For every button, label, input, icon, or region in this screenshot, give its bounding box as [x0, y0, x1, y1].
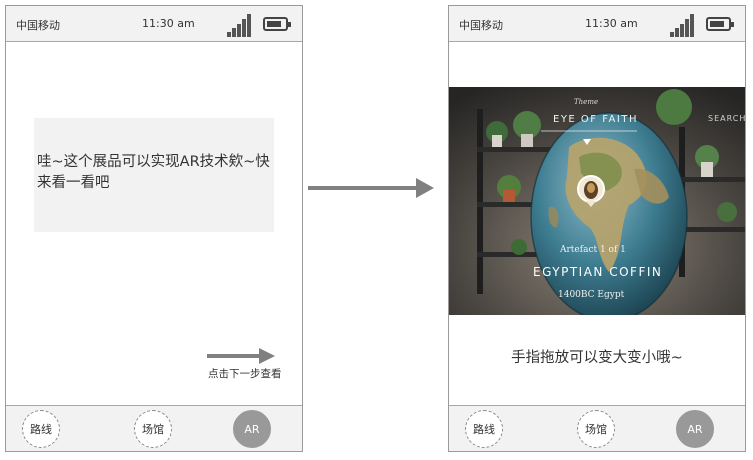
tab-route[interactable]: 路线: [22, 410, 60, 448]
ar-notice-card: 哇~这个展品可以实现AR技术欸~快来看一看吧: [34, 118, 274, 232]
flow-arrow-icon: [308, 178, 434, 198]
ar-artefact-origin: 1400BC Egypt: [558, 290, 625, 300]
ar-search-label: SEARCHIN: [708, 114, 746, 123]
status-time: 11:30 am: [585, 17, 638, 30]
battery-icon: [706, 17, 734, 31]
ar-artefact-count: Artefact 1 of 1: [560, 245, 626, 255]
phone-screen-ar: 中国移动 11:30 am Theme EYE OF FAITH SEARCH …: [448, 5, 746, 452]
right-arrow-icon: [207, 348, 275, 364]
status-bar: 中国移动 11:30 am: [6, 6, 302, 42]
tab-route-label: 路线: [30, 423, 52, 436]
status-bar: 中国移动 11:30 am: [449, 6, 745, 42]
carrier-label: 中国移动: [459, 19, 503, 32]
ar-artefact-name: EGYPTIAN COFFIN: [533, 265, 663, 279]
tab-ar-label: AR: [244, 422, 260, 436]
tab-venue-label: 场馆: [142, 423, 164, 436]
ar-theme-label: Theme: [574, 98, 599, 106]
ar-camera-view[interactable]: Theme EYE OF FAITH SEARCHIN Artefact 1 o…: [449, 87, 746, 315]
phone-screen-intro: 中国移动 11:30 am 哇~这个展品可以实现AR技术欸~快来看一看吧 点击下…: [5, 5, 303, 452]
tab-venue[interactable]: 场馆: [134, 410, 172, 448]
ar-notice-text: 哇~这个展品可以实现AR技术欸~快来看一看吧: [37, 154, 270, 191]
carrier-label: 中国移动: [16, 19, 60, 32]
tab-ar[interactable]: AR: [233, 410, 271, 448]
tab-bar: 路线 场馆 AR: [6, 405, 302, 451]
next-step-label: 点击下一步查看: [208, 368, 282, 380]
signal-icon: [227, 13, 253, 37]
battery-level: [710, 21, 724, 27]
gesture-hint: 手指拖放可以变大变小哦~: [511, 350, 683, 366]
tab-venue[interactable]: 场馆: [577, 410, 615, 448]
tab-ar-label: AR: [687, 422, 703, 436]
ar-exhibit-title: EYE OF FAITH: [553, 114, 638, 125]
battery-level: [267, 21, 281, 27]
tab-route[interactable]: 路线: [465, 410, 503, 448]
status-time: 11:30 am: [142, 17, 195, 30]
tab-route-label: 路线: [473, 423, 495, 436]
tab-bar: 路线 场馆 AR: [449, 405, 745, 451]
battery-icon: [263, 17, 291, 31]
tab-venue-label: 场馆: [585, 423, 607, 436]
next-step-button[interactable]: 点击下一步查看: [204, 346, 290, 382]
signal-icon: [670, 13, 696, 37]
tab-ar[interactable]: AR: [676, 410, 714, 448]
